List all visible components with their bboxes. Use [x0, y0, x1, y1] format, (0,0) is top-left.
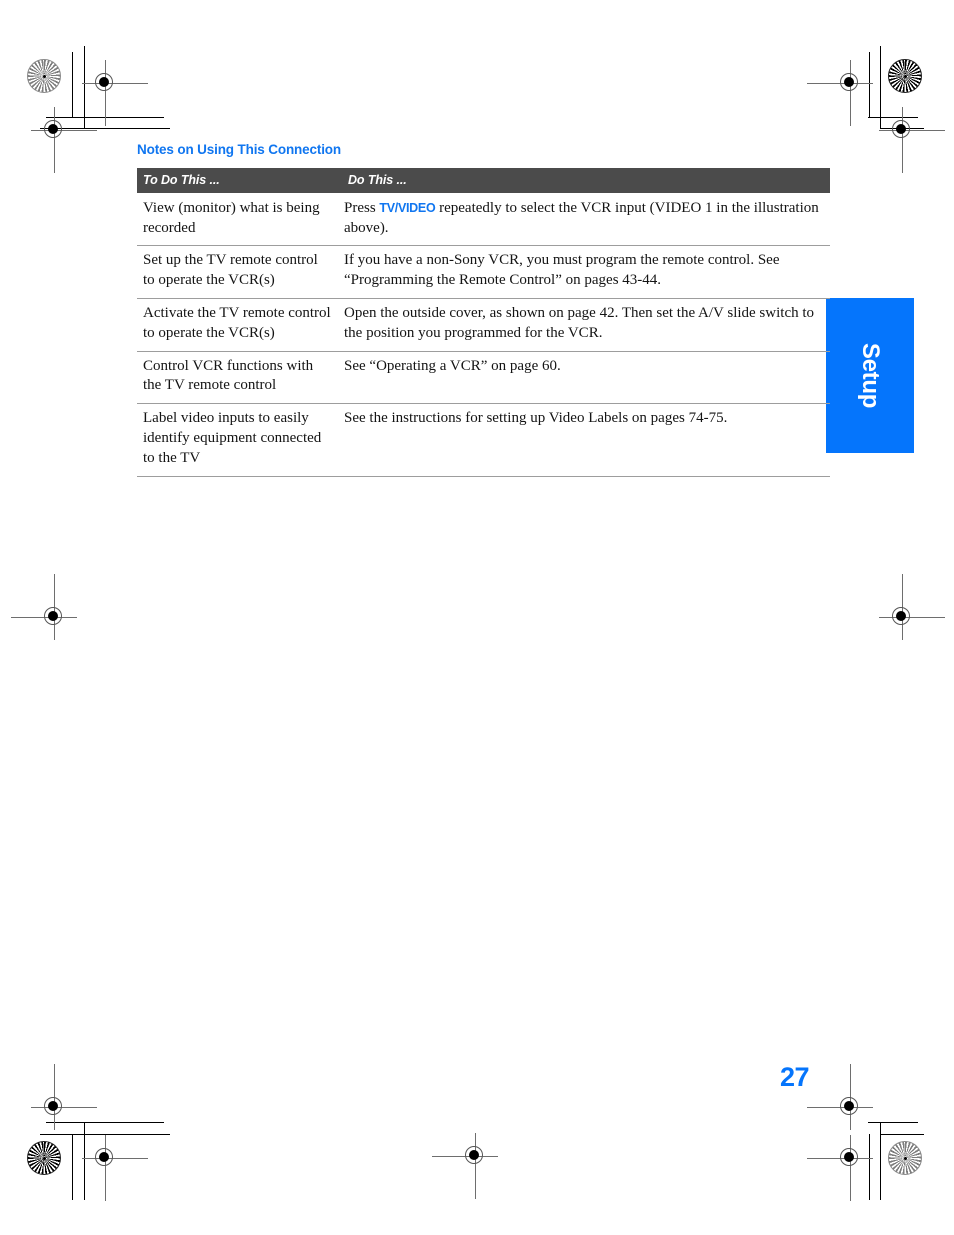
- registration-target-bottom-left-inner: [82, 1135, 148, 1201]
- registration-target-left-middle: [11, 574, 77, 640]
- instruction-prefix: Press: [344, 199, 380, 216]
- cell-do: If you have a non-Sony VCR, you must pro…: [342, 245, 830, 300]
- column-header-to-do-this: To Do This ...: [137, 167, 342, 193]
- table-row: Control VCR functions with the TV remote…: [137, 351, 830, 405]
- cell-to-do: Activate the TV remote control to operat…: [137, 298, 342, 352]
- registration-target-top-right-outer: [879, 107, 945, 173]
- column-header-do-this: Do This ...: [342, 167, 830, 193]
- crop-mark-top-right-h1: [868, 117, 918, 119]
- section-heading: Notes on Using This Connection: [137, 142, 341, 157]
- table-row: Activate the TV remote control to operat…: [137, 298, 830, 352]
- registration-target-bottom-right-inner: [807, 1135, 873, 1201]
- registration-target-top-left-inner: [82, 60, 148, 126]
- crop-mark-bottom-left-v2: [84, 1122, 86, 1200]
- crop-mark-top-left-v2: [84, 46, 86, 128]
- table-header-row: To Do This ... Do This ...: [137, 167, 830, 193]
- crop-mark-bottom-right-h2: [880, 1134, 924, 1136]
- crop-mark-bottom-right-h1: [868, 1122, 918, 1124]
- tv-video-button-reference: TV/VIDEO: [379, 200, 436, 215]
- crop-mark-bottom-left-h1: [46, 1122, 164, 1124]
- crop-mark-top-right-h2: [880, 128, 924, 130]
- registration-star-top-right: [888, 59, 922, 93]
- crop-mark-top-left-h2: [40, 128, 170, 130]
- crop-mark-bottom-right-v2: [880, 1122, 882, 1200]
- registration-target-right-middle: [879, 574, 945, 640]
- section-tab-label: Setup: [857, 342, 884, 409]
- section-tab-setup: Setup: [826, 298, 914, 453]
- cell-to-do: Set up the TV remote control to operate …: [137, 245, 342, 300]
- crop-mark-bottom-left-v1: [72, 1134, 74, 1200]
- cell-to-do: Label video inputs to easily identify eq…: [137, 403, 342, 477]
- notes-table: To Do This ... Do This ... View (monitor…: [137, 167, 830, 477]
- table-row: Label video inputs to easily identify eq…: [137, 403, 830, 477]
- registration-star-bottom-left: [27, 1141, 61, 1175]
- page-number: 27: [780, 1062, 810, 1092]
- cell-do: See the instructions for setting up Vide…: [342, 403, 830, 477]
- crop-mark-top-left-v1: [72, 52, 74, 118]
- crop-mark-bottom-left-h2: [40, 1134, 170, 1136]
- registration-target-top-left-outer: [31, 107, 97, 173]
- notes-table-body: View (monitor) what is being recorded Pr…: [137, 192, 830, 477]
- registration-star-bottom-right: [888, 1141, 922, 1175]
- cell-do: See “Operating a VCR” on page 60.: [342, 351, 830, 405]
- cell-to-do: Control VCR functions with the TV remote…: [137, 351, 342, 405]
- crop-mark-bottom-right-v1: [869, 1134, 871, 1200]
- crop-mark-top-right-v1: [869, 52, 871, 118]
- notes-table-head: To Do This ... Do This ...: [137, 167, 830, 193]
- table-row: View (monitor) what is being recorded Pr…: [137, 192, 830, 247]
- crop-mark-top-right-v2: [880, 46, 882, 128]
- crop-mark-top-left-h1: [46, 117, 164, 119]
- cell-do: Open the outside cover, as shown on page…: [342, 298, 830, 352]
- cell-to-do: View (monitor) what is being recorded: [137, 192, 342, 247]
- cell-do: Press TV/VIDEO repeatedly to select the …: [342, 192, 830, 247]
- page-content: Notes on Using This Connection To Do Thi…: [137, 142, 830, 477]
- registration-target-top-right-inner: [807, 60, 873, 126]
- table-row: Set up the TV remote control to operate …: [137, 245, 830, 300]
- manual-page: Setup Notes on Using This Connection To …: [0, 0, 954, 1235]
- registration-target-bottom-center: [432, 1133, 498, 1199]
- registration-star-top-left: [27, 59, 61, 93]
- registration-target-bottom-left-outer: [31, 1064, 97, 1130]
